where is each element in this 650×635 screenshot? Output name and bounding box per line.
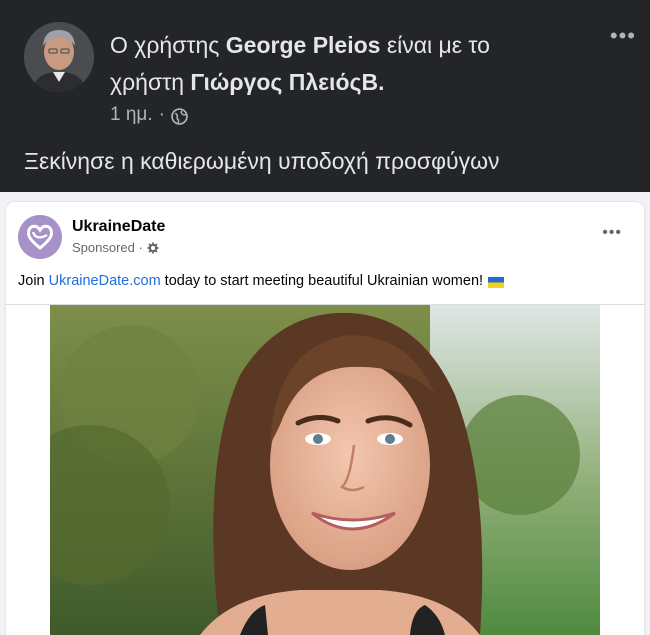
globe-icon[interactable]: [171, 107, 188, 125]
ad-photo[interactable]: [50, 305, 600, 635]
author-avatar[interactable]: [24, 22, 94, 92]
header-prefix: Ο χρήστης: [110, 32, 220, 58]
page-avatar[interactable]: [18, 215, 62, 259]
ukrainedate-link[interactable]: UkraineDate.com: [49, 273, 161, 289]
sponsored-meta: Sponsored ·: [72, 240, 159, 255]
shared-post-frame: UkraineDate Sponsored · ••• Join Ukraine…: [0, 192, 650, 635]
text-before-link: Join: [18, 273, 49, 289]
sponsored-label[interactable]: Sponsored ·: [72, 240, 143, 255]
tag-prefix: χρήστη: [110, 69, 185, 95]
text-after-link: today to start meeting beautiful Ukraini…: [160, 273, 484, 289]
post-text: Ξεκίνησε η καθιερωμένη υποδοχή προσφύγων: [24, 148, 500, 174]
header-middle: είναι με το: [386, 32, 490, 58]
sponsored-post-text: Join UkraineDate.com today to start meet…: [18, 273, 505, 289]
outer-post: Ο χρήστης George Pleios είναι με το χρήσ…: [0, 0, 650, 192]
page-name-link[interactable]: UkraineDate: [72, 218, 165, 236]
ukraine-flag-icon: [488, 276, 505, 288]
post-header-line-1: Ο χρήστης George Pleios είναι με το: [110, 30, 490, 60]
tagged-user-link[interactable]: Γιώργος ΠλειόςΒ.: [190, 69, 384, 95]
post-header-line-2: χρήστη Γιώργος ΠλειόςΒ.: [110, 67, 384, 97]
sponsored-post-card: UkraineDate Sponsored · ••• Join Ukraine…: [6, 202, 644, 635]
meta-separator: ·: [158, 104, 165, 125]
post-meta: 1 ημ. ·: [110, 102, 188, 128]
post-timestamp[interactable]: 1 ημ.: [110, 102, 153, 128]
sponsored-more-options-icon[interactable]: •••: [602, 224, 622, 242]
author-name-link[interactable]: George Pleios: [226, 32, 381, 58]
post-more-options-icon[interactable]: •••: [610, 25, 636, 47]
gear-icon: [147, 242, 159, 254]
